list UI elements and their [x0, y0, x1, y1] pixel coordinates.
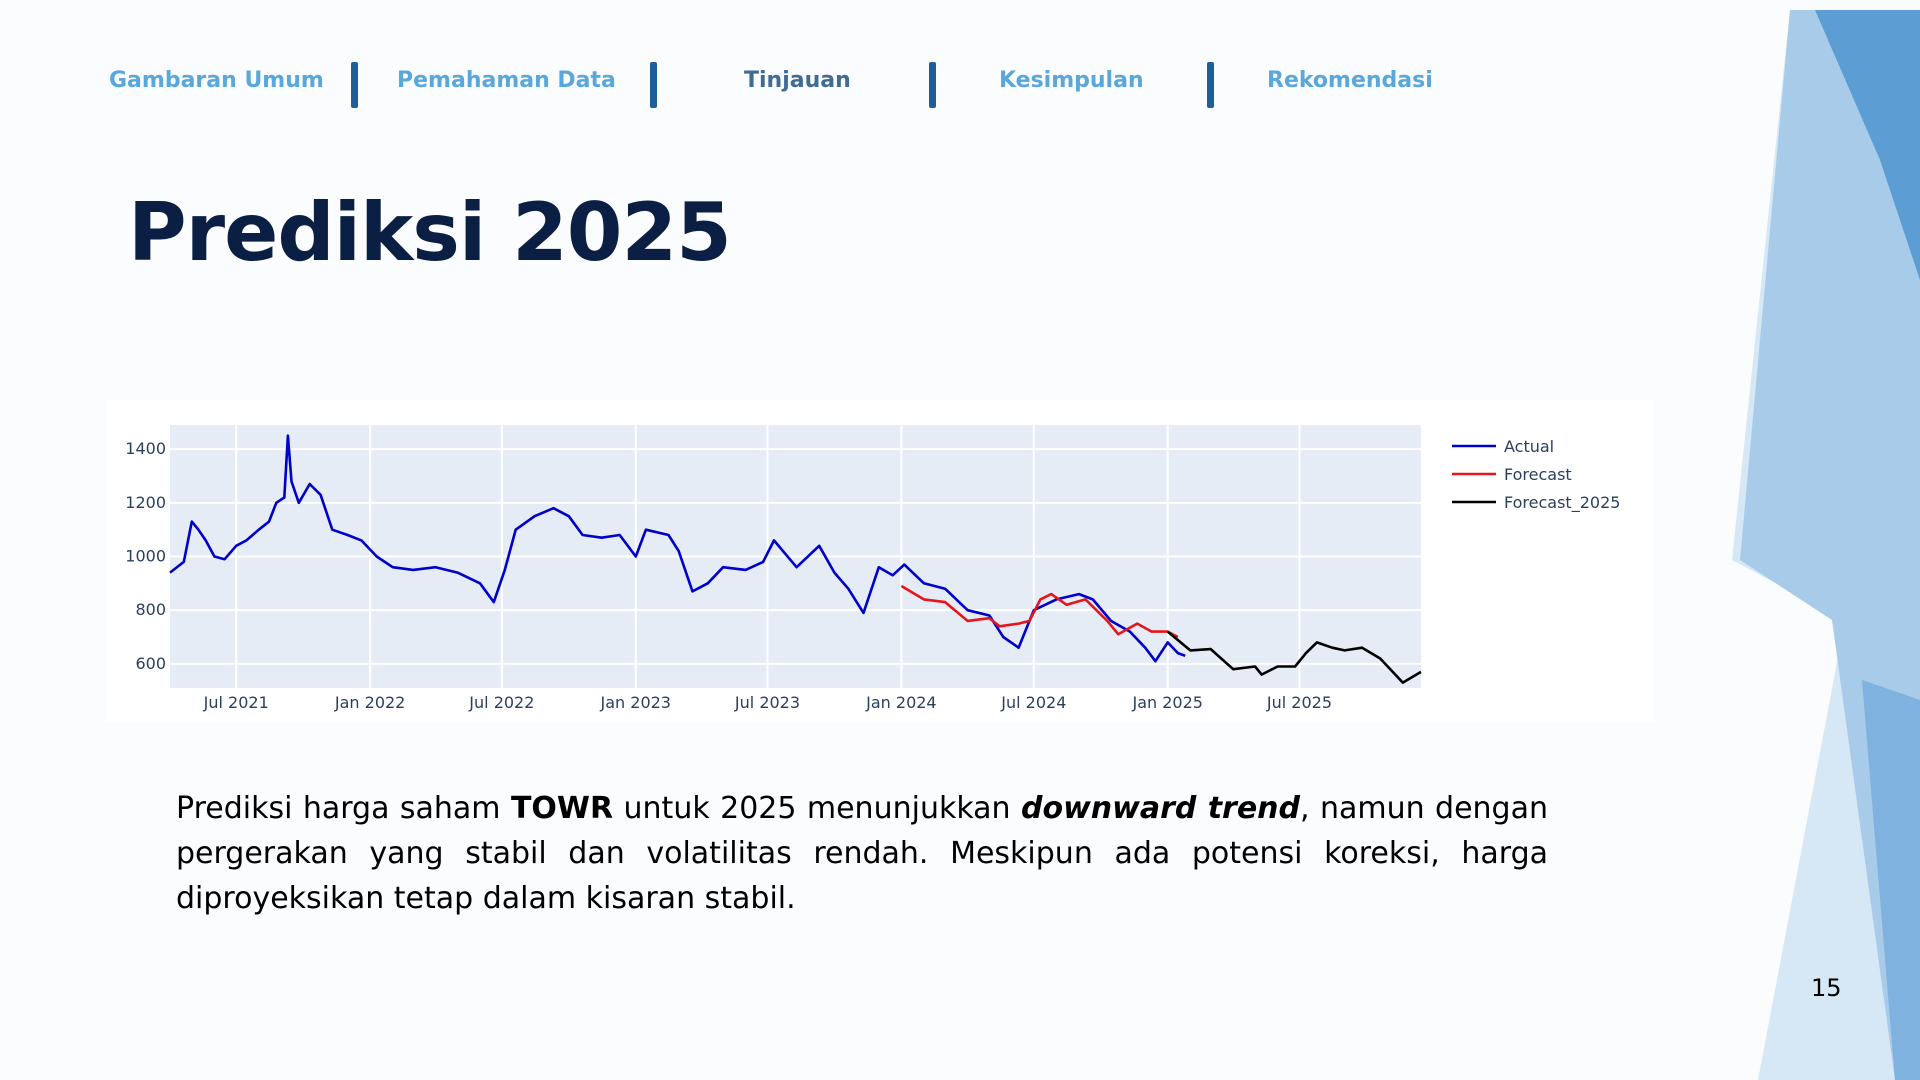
chart-svg: Jul 2021 Jan 2022 Jul 2022 Jan 2023 Jul 2023…	[125, 425, 1620, 712]
nav-kesimpulan[interactable]: Kesimpulan	[999, 68, 1144, 93]
x-tick-label: Jul 2022	[468, 693, 534, 712]
x-tick-label: Jul 2025	[1266, 693, 1332, 712]
legend-label-forecast: Forecast	[1504, 465, 1572, 484]
y-tick-label: 1000	[125, 547, 166, 566]
x-tick-label: Jul 2021	[203, 693, 269, 712]
x-tick-label: Jan 2022	[334, 693, 405, 712]
legend-label-forecast-2025: Forecast_2025	[1504, 493, 1620, 513]
nav-separator	[650, 62, 657, 108]
decor-band-light	[1732, 10, 1920, 1080]
nav-separator	[929, 62, 936, 108]
description-part-2: untuk 2025 menunjukkan	[613, 791, 1021, 826]
y-tick-label: 1400	[125, 439, 166, 458]
forecast-chart: Jul 2021 Jan 2022 Jul 2022 Jan 2023 Jul 2023…	[106, 400, 1654, 722]
x-tick-label: Jan 2025	[1132, 693, 1203, 712]
y-tick-label: 800	[135, 600, 166, 619]
decor-band-dark	[1815, 10, 1920, 280]
x-tick-label: Jan 2024	[865, 693, 936, 712]
nav-pemahaman-data[interactable]: Pemahaman Data	[397, 68, 616, 93]
description-part-1: Prediksi harga saham	[176, 791, 511, 826]
nav-separator	[1207, 62, 1214, 108]
x-tick-label: Jan 2023	[600, 693, 671, 712]
x-tick-label: Jul 2023	[734, 693, 800, 712]
nav-separator	[351, 62, 358, 108]
trend-emphasis: downward trend	[1020, 791, 1301, 826]
y-tick-label: 1200	[125, 493, 166, 512]
x-tick-label: Jul 2024	[1000, 693, 1066, 712]
nav-gambaran-umum[interactable]: Gambaran Umum	[109, 68, 324, 93]
decor-band-lower	[1862, 680, 1920, 1080]
y-tick-label: 600	[135, 654, 166, 673]
decor-band-mid	[1740, 10, 1920, 1080]
legend-label-actual: Actual	[1504, 437, 1554, 456]
page-number: 15	[1811, 974, 1842, 1002]
nav-rekomendasi[interactable]: Rekomendasi	[1267, 68, 1433, 93]
ticker-symbol: TOWR	[510, 791, 614, 826]
description-text: Prediksi harga saham TOWR untuk 2025 men…	[176, 786, 1548, 921]
page-title: Prediksi 2025	[128, 186, 732, 279]
nav-tinjauan[interactable]: Tinjauan	[744, 68, 851, 93]
